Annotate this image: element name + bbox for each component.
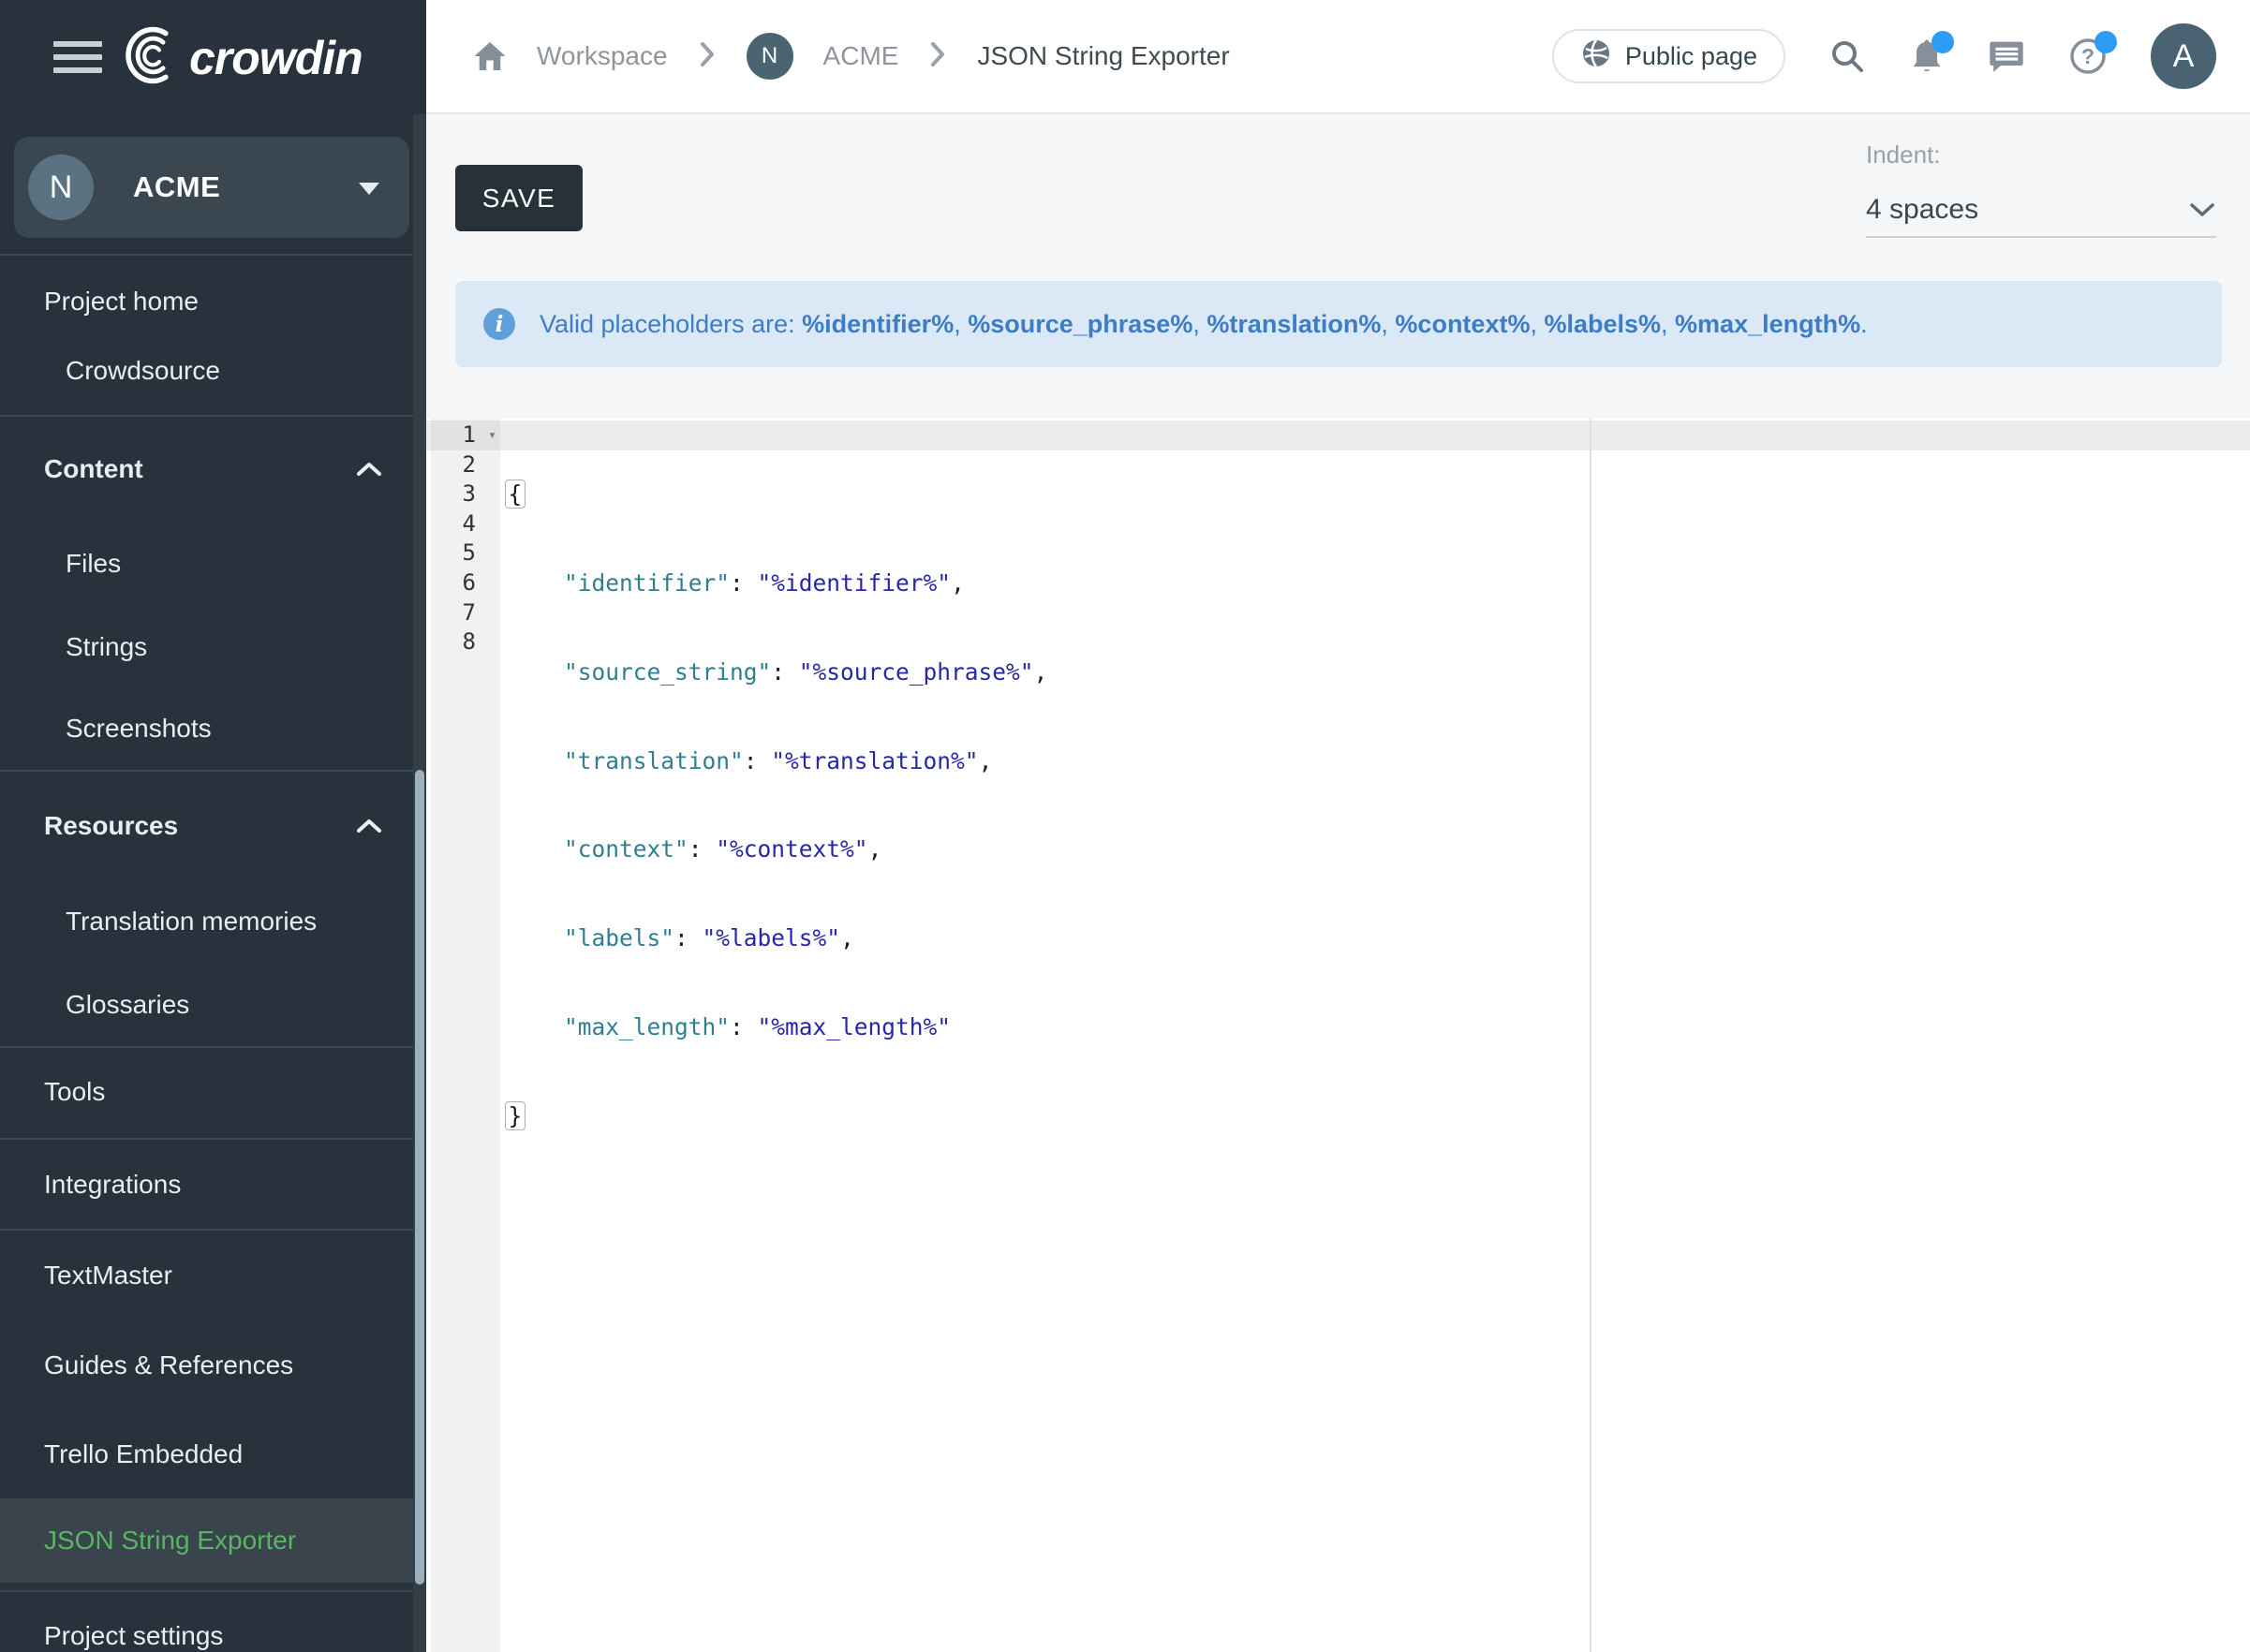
- code-fold-icon[interactable]: ▾: [488, 420, 496, 450]
- sidebar-item-tools[interactable]: Tools: [0, 1064, 426, 1120]
- notification-badge-dot: [1932, 31, 1954, 53]
- sidebar-item-integrations[interactable]: Integrations: [0, 1157, 426, 1213]
- editor-print-margin: [1590, 419, 1591, 1652]
- sidebar: crowdin N ACME Project home Crowdsource …: [0, 0, 426, 1652]
- chevron-up-icon: [356, 454, 382, 484]
- line-number: 2: [431, 450, 500, 480]
- breadcrumb-project-avatar: N: [747, 33, 793, 80]
- sidebar-item-project-settings[interactable]: Project settings: [0, 1608, 426, 1652]
- sidebar-item-project-home[interactable]: Project home: [0, 273, 426, 330]
- chevron-down-icon: [2188, 200, 2216, 219]
- messages-icon[interactable]: [1988, 37, 2025, 75]
- crowdin-logo-icon: [118, 24, 180, 91]
- top-bar-actions: Public page ? A: [1552, 23, 2216, 89]
- code-line: "source_string": "%source_phrase%",: [509, 657, 1047, 687]
- divider: [0, 415, 426, 417]
- sidebar-item-strings[interactable]: Strings: [0, 619, 426, 675]
- save-button[interactable]: SAVE: [455, 165, 583, 231]
- editor-code[interactable]: { "identifier": "%identifier%", "source_…: [509, 420, 1047, 1189]
- crowdin-logo[interactable]: crowdin: [118, 24, 363, 91]
- line-number: 6: [431, 568, 500, 598]
- breadcrumb-page-title: JSON String Exporter: [977, 41, 1229, 71]
- divider: [0, 1229, 426, 1231]
- sidebar-item-json-string-exporter[interactable]: JSON String Exporter: [0, 1498, 426, 1583]
- sidebar-item-files[interactable]: Files: [0, 536, 426, 592]
- code-line: "identifier": "%identifier%",: [509, 568, 1047, 598]
- indent-label: Indent:: [1866, 140, 1941, 170]
- divider: [0, 770, 426, 772]
- breadcrumb-workspace[interactable]: Workspace: [537, 41, 668, 71]
- code-line: }: [509, 1101, 1047, 1131]
- help-badge-dot: [2095, 31, 2117, 53]
- code-line: {: [509, 479, 1047, 509]
- code-editor[interactable]: 1▾ 2 3 4 5 6 7 8 { "identifier": "%ident…: [426, 419, 2250, 1652]
- editor-line-numbers: 1▾ 2 3 4 5 6 7 8: [431, 420, 500, 657]
- sidebar-item-glossaries[interactable]: Glossaries: [0, 977, 426, 1033]
- code-line: "labels": "%labels%",: [509, 923, 1047, 953]
- help-icon[interactable]: ?: [2068, 37, 2108, 76]
- code-line: "context": "%context%",: [509, 834, 1047, 864]
- svg-text:?: ?: [2081, 44, 2095, 68]
- globe-icon: [1580, 37, 1612, 76]
- sidebar-item-screenshots[interactable]: Screenshots: [0, 701, 426, 757]
- sidebar-scrollbar[interactable]: [413, 114, 426, 1652]
- sidebar-item-trello-embedded[interactable]: Trello Embedded: [0, 1426, 426, 1482]
- indent-select[interactable]: 4 spaces: [1866, 184, 2216, 238]
- public-page-button[interactable]: Public page: [1552, 29, 1785, 83]
- project-switcher[interactable]: N ACME: [14, 137, 409, 238]
- breadcrumb-project[interactable]: ACME: [823, 41, 899, 71]
- crowdin-wordmark: crowdin: [189, 31, 363, 85]
- chevron-right-icon: [698, 40, 717, 73]
- hamburger-menu-icon[interactable]: [53, 41, 102, 75]
- notifications-bell-icon[interactable]: [1909, 37, 1945, 76]
- sidebar-scrollbar-thumb[interactable]: [415, 770, 424, 1585]
- indent-value: 4 spaces: [1866, 194, 1978, 226]
- divider: [0, 254, 426, 256]
- search-icon[interactable]: [1828, 37, 1866, 75]
- code-line: "translation": "%translation%",: [509, 746, 1047, 776]
- project-avatar: N: [28, 155, 94, 220]
- line-number: 1▾: [431, 420, 500, 450]
- app-root: crowdin N ACME Project home Crowdsource …: [0, 0, 2250, 1652]
- divider: [0, 1046, 426, 1048]
- project-name: ACME: [133, 170, 220, 204]
- sidebar-section-content[interactable]: Content: [0, 441, 426, 497]
- sidebar-section-resources[interactable]: Resources: [0, 798, 426, 854]
- chevron-right-icon: [928, 40, 947, 73]
- divider: [0, 1590, 426, 1592]
- user-avatar[interactable]: A: [2151, 23, 2216, 89]
- line-number: 8: [431, 627, 500, 657]
- line-number: 3: [431, 479, 500, 509]
- info-icon: i: [483, 308, 515, 340]
- line-number: 4: [431, 509, 500, 539]
- line-number: 7: [431, 598, 500, 628]
- home-icon[interactable]: [473, 40, 507, 72]
- line-number: 5: [431, 538, 500, 568]
- top-bar: Workspace N ACME JSON String Exporter Pu…: [426, 0, 2250, 114]
- breadcrumb: Workspace N ACME JSON String Exporter: [473, 33, 1230, 80]
- info-banner: i Valid placeholders are: %identifier%, …: [455, 281, 2222, 367]
- sidebar-item-crowdsource[interactable]: Crowdsource: [0, 343, 426, 399]
- sidebar-item-textmaster[interactable]: TextMaster: [0, 1247, 426, 1304]
- info-banner-text: Valid placeholders are: %identifier%, %s…: [540, 310, 1868, 339]
- sidebar-item-translation-memories[interactable]: Translation memories: [0, 893, 426, 950]
- sidebar-item-guides-references[interactable]: Guides & References: [0, 1337, 426, 1394]
- chevron-up-icon: [356, 811, 382, 841]
- code-line: "max_length": "%max_length%": [509, 1012, 1047, 1042]
- divider: [0, 1138, 426, 1140]
- caret-down-icon: [359, 183, 379, 195]
